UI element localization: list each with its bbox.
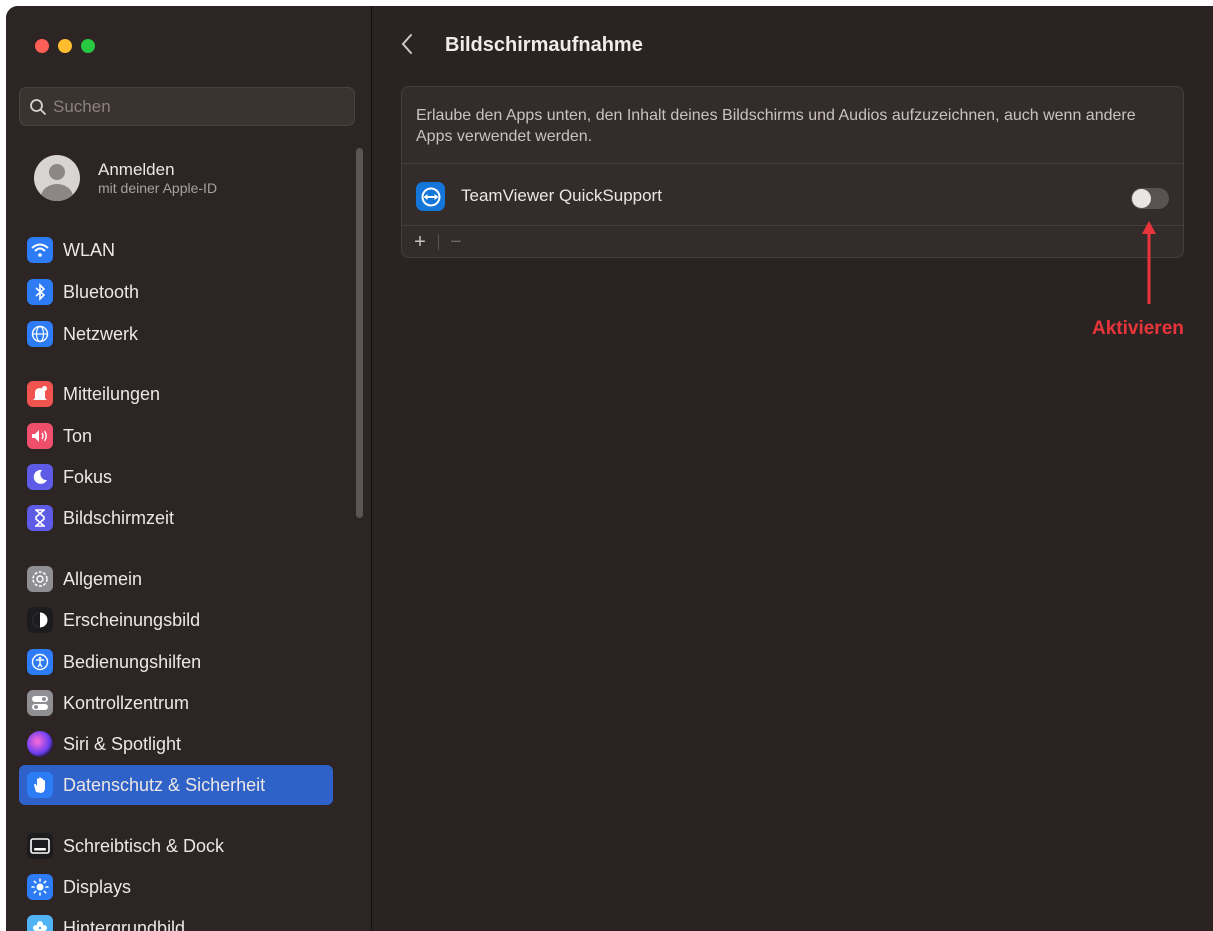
teamviewer-toggle[interactable] [1131, 188, 1169, 209]
sidebar-item-label: Datenschutz & Sicherheit [63, 774, 266, 795]
account-subtitle: mit deiner Apple-ID [98, 179, 218, 196]
search-input[interactable] [53, 96, 333, 117]
teamviewer-icon [416, 182, 445, 211]
sidebar-item-label: Bedienungshilfen [63, 651, 202, 672]
switches-icon [27, 690, 53, 716]
app-name: TeamViewer QuickSupport [461, 186, 662, 205]
appearance-icon [27, 607, 53, 633]
panel-description: Erlaube den Apps unten, den Inhalt deine… [416, 107, 1136, 145]
accessibility-icon [27, 649, 53, 675]
sidebar-item-netzwerk[interactable]: Netzwerk [19, 314, 333, 354]
bluetooth-icon [27, 279, 53, 305]
sidebar-item-label: Bluetooth [63, 281, 140, 302]
sidebar-item-kontrollzentrum[interactable]: Kontrollzentrum [19, 683, 333, 723]
remove-app-button[interactable]: − [442, 226, 470, 258]
zoom-window-button[interactable] [81, 39, 95, 53]
close-window-button[interactable] [35, 39, 49, 53]
sidebar-item-label: Displays [63, 876, 132, 897]
sidebar-item-wlan[interactable]: WLAN [19, 230, 333, 270]
sidebar-item-label: Kontrollzentrum [63, 692, 190, 713]
sun-icon [27, 874, 53, 900]
sidebar-item-label: Bildschirmzeit [63, 507, 175, 528]
sidebar-item-fokus[interactable]: Fokus [19, 457, 333, 497]
sidebar-item-displays[interactable]: Displays [19, 867, 333, 907]
moon-icon [27, 464, 53, 490]
sidebar-item-label: WLAN [63, 239, 116, 260]
hourglass-icon [27, 505, 53, 531]
add-app-button[interactable]: + [406, 226, 434, 258]
sidebar-item-label: Siri & Spotlight [63, 733, 182, 754]
sidebar-item-ton[interactable]: Ton [19, 416, 333, 456]
window-controls [35, 39, 95, 53]
account-title: Anmelden [98, 159, 175, 179]
sidebar-item-label: Netzwerk [63, 323, 139, 344]
sidebar: Anmelden mit deiner Apple-ID WLAN Blueto… [6, 6, 372, 931]
sidebar-item-erscheinungsbild[interactable]: Erscheinungsbild [19, 600, 333, 640]
minimize-window-button[interactable] [58, 39, 72, 53]
toggle-knob [1132, 189, 1151, 208]
search-field[interactable] [19, 87, 355, 126]
search-icon [30, 98, 46, 115]
sidebar-item-label: Allgemein [63, 568, 143, 589]
flower-icon [27, 915, 53, 931]
globe-icon [27, 321, 53, 347]
apple-id-signin[interactable]: Anmelden mit deiner Apple-ID [34, 155, 217, 201]
sidebar-item-schreibtisch-dock[interactable]: Schreibtisch & Dock [19, 826, 333, 866]
page-title: Bildschirmaufnahme [445, 34, 643, 56]
chevron-left-icon [401, 34, 412, 54]
main-pane: Bildschirmaufnahme Erlaube den Apps unte… [372, 6, 1213, 931]
permission-panel: Erlaube den Apps unten, den Inhalt deine… [401, 86, 1184, 258]
panel-footer: + − [402, 226, 1183, 258]
sidebar-item-datenschutz-sicherheit[interactable]: Datenschutz & Sicherheit [19, 765, 333, 805]
hand-icon [27, 772, 53, 798]
sidebar-item-label: Erscheinungsbild [63, 609, 201, 630]
sidebar-item-hintergrundbild[interactable]: Hintergrundbild [19, 908, 333, 931]
speaker-icon [27, 423, 53, 449]
sidebar-item-label: Fokus [63, 466, 113, 487]
dock-icon [27, 833, 53, 859]
avatar [34, 155, 80, 201]
back-button[interactable] [400, 32, 420, 60]
gear-icon [27, 566, 53, 592]
annotation-arrow-icon [1142, 221, 1156, 304]
sidebar-item-label: Ton [63, 425, 93, 446]
sidebar-item-siri-spotlight[interactable]: Siri & Spotlight [19, 724, 333, 764]
sidebar-item-mitteilungen[interactable]: Mitteilungen [19, 374, 333, 414]
settings-window: Anmelden mit deiner Apple-ID WLAN Blueto… [6, 6, 1213, 931]
sidebar-item-bedienungshilfen[interactable]: Bedienungshilfen [19, 642, 333, 682]
wifi-icon [27, 237, 53, 263]
sidebar-item-allgemein[interactable]: Allgemein [19, 559, 333, 599]
bell-icon [27, 381, 53, 407]
footer-separator [438, 234, 439, 250]
sidebar-item-label: Mitteilungen [63, 383, 161, 404]
sidebar-scrollbar[interactable] [356, 148, 363, 518]
sidebar-item-label: Schreibtisch & Dock [63, 835, 225, 856]
siri-icon [27, 731, 53, 757]
sidebar-item-label: Hintergrundbild [63, 917, 186, 931]
annotation-label: Aktivieren [1092, 318, 1184, 339]
app-row: TeamViewer QuickSupport [402, 164, 1183, 225]
sidebar-item-bluetooth[interactable]: Bluetooth [19, 272, 333, 312]
sidebar-item-bildschirmzeit[interactable]: Bildschirmzeit [19, 498, 333, 538]
